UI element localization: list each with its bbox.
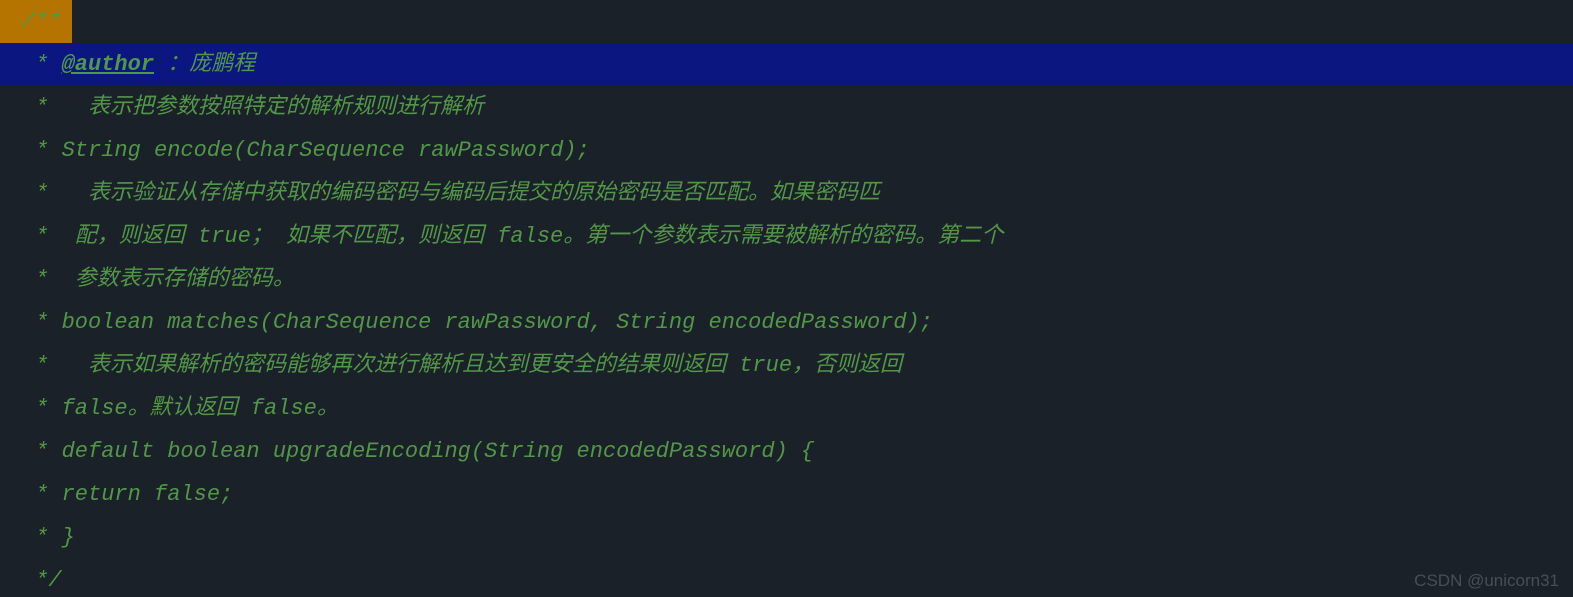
code-line-14: */	[0, 559, 1573, 597]
code-line-9: * 表示如果解析的密码能够再次进行解析且达到更安全的结果则返回 true，否则返…	[0, 344, 1573, 387]
code-line-10: * false。默认返回 false。	[0, 387, 1573, 430]
code-line-4: * String encode(CharSequence rawPassword…	[0, 129, 1573, 172]
code-line-1: /**	[0, 0, 1573, 43]
watermark: CSDN @unicorn31	[1414, 571, 1559, 591]
code-editor[interactable]: /** * @author ：庞鹏程 * 表示把参数按照特定的解析规则进行解析 …	[0, 0, 1573, 597]
code-line-3: * 表示把参数按照特定的解析规则进行解析	[0, 86, 1573, 129]
author-name: ：庞鹏程	[154, 52, 255, 77]
author-tag: @author	[62, 52, 154, 77]
code-line-13: * }	[0, 516, 1573, 559]
comment-star: *	[22, 52, 62, 77]
code-line-11: * default boolean upgradeEncoding(String…	[0, 430, 1573, 473]
code-line-7: * 参数表示存储的密码。	[0, 258, 1573, 301]
code-line-2-selected[interactable]: * @author ：庞鹏程	[0, 43, 1573, 86]
code-line-5: * 表示验证从存储中获取的编码密码与编码后提交的原始密码是否匹配。如果密码匹	[0, 172, 1573, 215]
javadoc-start: /**	[0, 0, 72, 43]
code-line-6: * 配，则返回 true； 如果不匹配，则返回 false。第一个参数表示需要被…	[0, 215, 1573, 258]
code-line-8: * boolean matches(CharSequence rawPasswo…	[0, 301, 1573, 344]
code-line-12: * return false;	[0, 473, 1573, 516]
